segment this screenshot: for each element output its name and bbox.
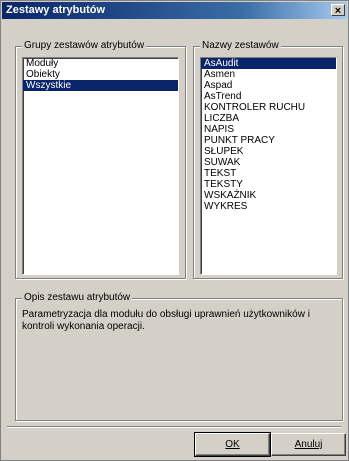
ok-button[interactable]: OK — [194, 432, 271, 457]
list-item[interactable]: Obiekty — [23, 69, 178, 80]
list-item[interactable]: SUWAK — [201, 157, 336, 168]
description-box: Opis zestawu atrybutów Parametryzacja dl… — [15, 292, 343, 421]
list-item[interactable]: WYKRES — [201, 201, 336, 212]
window-title: Zestawy atrybutów — [6, 4, 106, 16]
list-item[interactable]: Aspad — [201, 80, 336, 91]
description-text: Parametryzacja dla modułu do obsługi upr… — [22, 309, 310, 332]
list-item[interactable]: AsAudit — [201, 58, 336, 69]
set-names-box: Nazwy zestawów AsAudit Asmen Aspad AsTrend K… — [193, 40, 343, 279]
attribute-groups-legend: Grupy zestawów atrybutów — [22, 40, 147, 52]
description-legend: Opis zestawu atrybutów — [22, 292, 133, 304]
list-item[interactable]: LICZBA — [201, 113, 336, 124]
set-names-legend: Nazwy zestawów — [200, 40, 281, 52]
cancel-button[interactable]: Anuluj — [271, 433, 346, 456]
close-button[interactable]: × — [331, 4, 345, 17]
list-item[interactable]: Asmen — [201, 69, 336, 80]
dialog-window: Zestawy atrybutów × Grupy zestawów atryb… — [0, 0, 349, 461]
list-item[interactable]: KONTROLER RUCHU — [201, 102, 336, 113]
bottom-separator — [7, 426, 341, 428]
attribute-groups-list[interactable]: Moduły Obiekty Wszystkie — [22, 57, 179, 275]
list-item[interactable]: WSKAŹNIK — [201, 190, 336, 201]
list-item[interactable]: TEKST — [201, 168, 336, 179]
list-item[interactable]: SŁUPEK — [201, 146, 336, 157]
set-names-list[interactable]: AsAudit Asmen Aspad AsTrend KONTROLER RUCHU L… — [200, 57, 337, 275]
list-item[interactable]: TEKSTY — [201, 179, 336, 190]
list-item[interactable]: Moduły — [23, 58, 178, 69]
attribute-groups-box: Grupy zestawów atrybutów Moduły Obiekty Ws… — [15, 40, 186, 279]
list-item[interactable]: AsTrend — [201, 91, 336, 102]
list-item[interactable]: NAPIS — [201, 124, 336, 135]
list-item[interactable]: Wszystkie — [23, 80, 178, 91]
list-item[interactable]: PUNKT PRACY — [201, 135, 336, 146]
title-bar[interactable]: Zestawy atrybutów × — [2, 2, 347, 19]
